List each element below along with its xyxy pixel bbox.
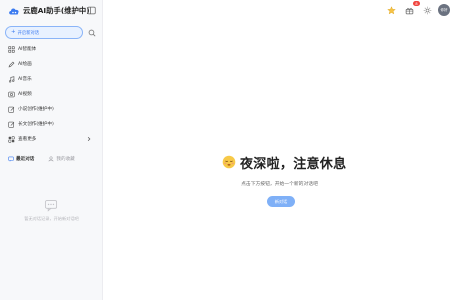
new-chat-button[interactable]: + 开启新对话 <box>5 26 83 39</box>
sidebar-item-label: AI视频 <box>18 92 32 97</box>
app-title: 云鹿AI助手(维护中) <box>23 6 90 15</box>
sidebar-collapse-icon[interactable] <box>87 6 96 15</box>
sun-icon[interactable] <box>423 6 432 15</box>
welcome-subtitle: 点击下方按钮，开始一个新的对话吧 <box>241 182 318 187</box>
apps-icon <box>8 135 15 143</box>
sidebar-item-label: 查看更多 <box>18 137 37 142</box>
empty-state-text: 暂无对话记录，开始新对话吧 <box>24 216 79 221</box>
tab-label: 我的收藏 <box>56 156 75 162</box>
sidebar-item-more[interactable]: 查看更多 <box>8 134 92 144</box>
video-icon <box>8 91 15 97</box>
chat-history-icon <box>8 156 14 162</box>
grid-icon <box>8 45 15 53</box>
cloud-logo-icon <box>9 8 19 15</box>
edit-doc-icon <box>8 121 15 128</box>
sidebar-item-label: 长文创作(维护中) <box>18 122 54 127</box>
music-icon <box>8 75 15 83</box>
sidebar-item-label: 小说创作(维护中) <box>18 107 54 112</box>
avatar[interactable]: 你好 <box>438 4 450 16</box>
sidebar-item-label: AI音乐 <box>18 77 32 82</box>
conversation-tabs: 最近对话 我的收藏 <box>8 153 96 164</box>
pen-icon <box>8 61 15 67</box>
tab-favorites[interactable]: 我的收藏 <box>48 153 75 164</box>
gift-icon[interactable] <box>405 6 414 15</box>
sidebar-item-label: AI智能体 <box>18 47 37 52</box>
sidebar-item-video[interactable]: AI视频 <box>8 89 32 99</box>
plus-icon: + <box>11 28 16 35</box>
tab-recent[interactable]: 最近对话 <box>8 153 34 164</box>
new-chat-label: 开启新对话 <box>17 30 40 36</box>
sidebar: 云鹿AI助手(维护中) + 开启新对话 AI智能体 AI绘画 AI音乐 AI视频… <box>0 0 103 300</box>
sidebar-item-drawing[interactable]: AI绘画 <box>8 59 32 69</box>
sidebar-item-longform[interactable]: 长文创作(维护中) <box>8 119 54 129</box>
sidebar-item-music[interactable]: AI音乐 <box>8 74 32 84</box>
search-icon[interactable] <box>88 29 96 37</box>
sleepy-face-icon <box>222 155 236 169</box>
sidebar-item-label: AI绘画 <box>18 62 32 67</box>
sidebar-item-novel[interactable]: 小说创作(维护中) <box>8 104 54 114</box>
edit-doc-icon <box>8 106 15 113</box>
sidebar-item-agents[interactable]: AI智能体 <box>8 44 36 54</box>
start-new-chat-button[interactable]: 新对话 <box>267 196 295 207</box>
tab-label: 最近对话 <box>16 156 35 162</box>
empty-chat-icon <box>44 200 58 212</box>
chevron-right-icon <box>87 136 91 142</box>
user-icon <box>49 156 54 161</box>
brand[interactable]: 云鹿AI助手(维护中) <box>8 4 90 18</box>
welcome-heading: 夜深啦，注意休息 <box>222 153 347 172</box>
star-icon[interactable] <box>387 6 396 15</box>
notification-badge: 8 <box>413 1 420 6</box>
welcome-title: 夜深啦，注意休息 <box>240 156 347 172</box>
